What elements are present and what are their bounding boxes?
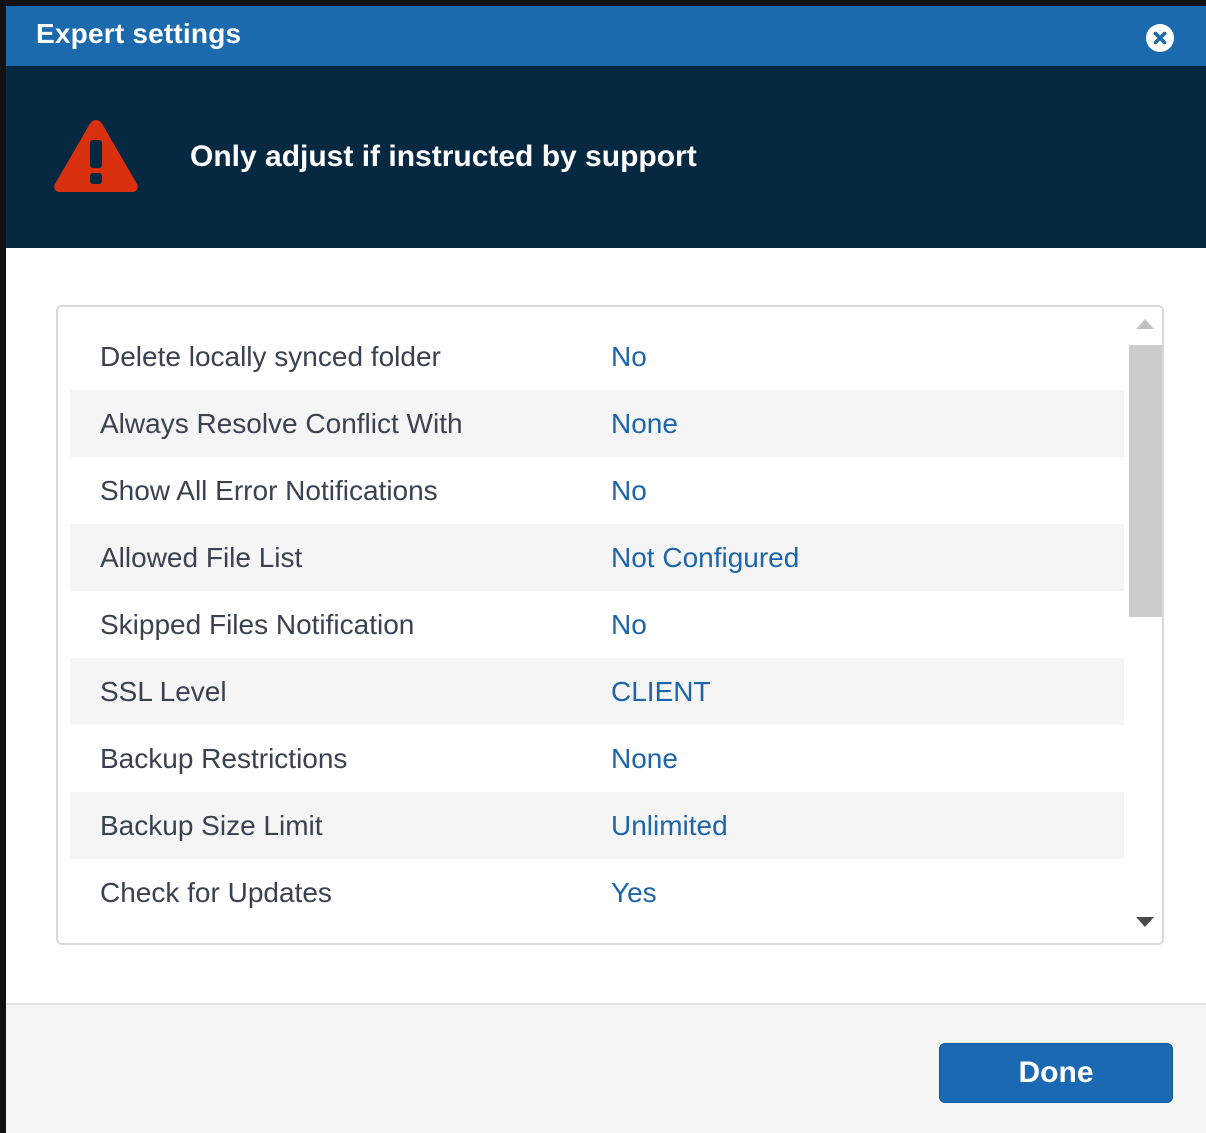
scrollbar-thumb[interactable] — [1129, 345, 1162, 617]
done-button[interactable]: Done — [939, 1043, 1173, 1103]
warning-message: Only adjust if instructed by support — [190, 140, 697, 173]
close-button[interactable] — [1146, 24, 1174, 52]
setting-value-link[interactable]: Yes — [611, 877, 657, 909]
setting-value-link[interactable]: None — [611, 743, 678, 775]
settings-list: Delete locally synced folder No Always R… — [70, 323, 1124, 926]
scroll-up-arrow-icon[interactable] — [1136, 319, 1154, 329]
setting-label: Allowed File List — [100, 541, 303, 573]
warning-icon — [54, 120, 138, 192]
setting-row-always-resolve-conflict-with: Always Resolve Conflict With None — [70, 390, 1124, 457]
expert-settings-dialog: Expert settings Only adjust if instructe… — [0, 0, 1206, 1133]
setting-value-link[interactable]: Not Configured — [611, 542, 799, 574]
dialog-footer: Done — [6, 1003, 1206, 1133]
warning-banner: Only adjust if instructed by support — [6, 66, 1206, 248]
setting-row-ssl-level: SSL Level CLIENT — [70, 658, 1124, 725]
setting-value-link[interactable]: Unlimited — [611, 810, 728, 842]
close-icon — [1153, 31, 1167, 45]
setting-row-skipped-files-notification: Skipped Files Notification No — [70, 591, 1124, 658]
setting-value-link[interactable]: No — [611, 341, 647, 373]
settings-list-panel: Delete locally synced folder No Always R… — [56, 305, 1164, 945]
setting-label: Check for Updates — [100, 876, 332, 908]
vertical-scrollbar[interactable] — [1126, 307, 1162, 943]
setting-label: Delete locally synced folder — [100, 340, 441, 372]
setting-label: Show All Error Notifications — [100, 474, 438, 506]
setting-value-link[interactable]: CLIENT — [611, 676, 711, 708]
setting-value-link[interactable]: No — [611, 475, 647, 507]
scroll-down-arrow-icon[interactable] — [1136, 917, 1154, 927]
setting-value-link[interactable]: None — [611, 408, 678, 440]
dialog-titlebar: Expert settings — [6, 6, 1206, 66]
setting-label: Skipped Files Notification — [100, 608, 415, 640]
setting-label: Backup Restrictions — [100, 742, 348, 774]
setting-label: Always Resolve Conflict With — [100, 407, 463, 439]
setting-row-check-for-updates: Check for Updates Yes — [70, 859, 1124, 926]
setting-value-link[interactable]: No — [611, 609, 647, 641]
setting-label: SSL Level — [100, 675, 227, 707]
setting-label: Backup Size Limit — [100, 809, 323, 841]
setting-row-allowed-file-list: Allowed File List Not Configured — [70, 524, 1124, 591]
setting-row-show-all-error-notifications: Show All Error Notifications No — [70, 457, 1124, 524]
setting-row-backup-size-limit: Backup Size Limit Unlimited — [70, 792, 1124, 859]
setting-row-delete-locally-synced-folder: Delete locally synced folder No — [70, 323, 1124, 390]
dialog-title: Expert settings — [36, 18, 242, 49]
setting-row-backup-restrictions: Backup Restrictions None — [70, 725, 1124, 792]
